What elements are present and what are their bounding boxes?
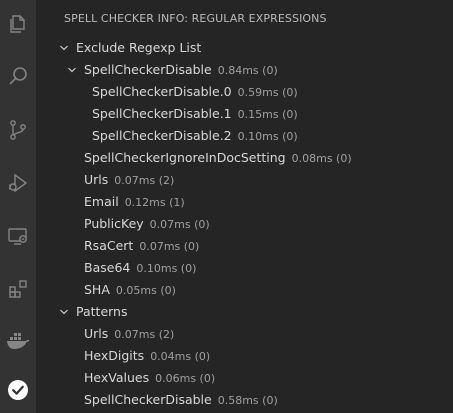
activity-bar xyxy=(0,0,36,413)
tree-item[interactable]: SpellCheckerDisable 0.58ms (0) xyxy=(36,389,453,411)
tree-item[interactable]: HexDigits 0.04ms (0) xyxy=(36,345,453,367)
tree-item-label: Base64 xyxy=(84,260,131,275)
tree-section-patterns[interactable]: Patterns xyxy=(36,301,453,323)
tree-item-label: SpellCheckerDisable.1 xyxy=(92,106,232,121)
chevron-down-icon xyxy=(57,37,71,59)
tree-item-timing: 0.05ms (0) xyxy=(115,284,176,297)
tree-item-label: RsaCert xyxy=(84,238,134,253)
tree-item[interactable]: Base64 0.10ms (0) xyxy=(36,257,453,279)
tree-item-timing: 0.58ms (0) xyxy=(217,394,278,407)
run-debug-icon[interactable] xyxy=(4,169,32,197)
tree-item-timing: 0.59ms (0) xyxy=(237,86,298,99)
tree-item-timing: 0.15ms (0) xyxy=(237,108,298,121)
tree-item-spellcheckerdisable[interactable]: SpellCheckerDisable 0.84ms (0) xyxy=(36,59,453,81)
tree-item-timing: 0.12ms (1) xyxy=(124,196,185,209)
tree-item-timing: 0.04ms (0) xyxy=(150,350,211,363)
vscode-window: SPELL CHECKER INFO: REGULAR EXPRESSIONS … xyxy=(0,0,453,413)
tree-item[interactable]: HexValues 0.06ms (0) xyxy=(36,367,453,389)
chevron-down-icon xyxy=(65,59,79,81)
chevron-down-icon xyxy=(57,301,71,323)
tree-item[interactable]: PublicKey 0.07ms (0) xyxy=(36,213,453,235)
tree-item-timing: 0.07ms (2) xyxy=(114,328,175,341)
tree-item[interactable]: Email 0.12ms (1) xyxy=(36,191,453,213)
spell-checker-icon[interactable] xyxy=(4,376,32,404)
tree-item-timing: 0.07ms (0) xyxy=(149,218,210,231)
source-control-icon[interactable] xyxy=(4,116,32,144)
panel-title: SPELL CHECKER INFO: REGULAR EXPRESSIONS xyxy=(64,12,327,25)
tree-item-timing: 0.06ms (0) xyxy=(155,372,216,385)
tree-item-label: Exclude Regexp List xyxy=(76,40,202,55)
spell-checker-info-panel: SPELL CHECKER INFO: REGULAR EXPRESSIONS … xyxy=(36,0,453,413)
tree-item-label: SpellCheckerDisable xyxy=(84,392,212,407)
tree-item-label: SpellCheckerDisable xyxy=(84,62,212,77)
tree-item[interactable]: SpellCheckerDisable.2 0.10ms (0) xyxy=(36,125,453,147)
tree-item[interactable]: Urls 0.07ms (2) xyxy=(36,323,453,345)
tree-item-timing: 0.10ms (0) xyxy=(237,130,298,143)
tree-item[interactable]: SpellCheckerIgnoreInDocSetting 0.08ms (0) xyxy=(36,147,453,169)
tree-item-label: Urls xyxy=(84,172,109,187)
tree-item-label: SpellCheckerDisable.0 xyxy=(92,84,232,99)
explorer-icon[interactable] xyxy=(4,10,32,38)
tree-item-label: Email xyxy=(84,194,119,209)
tree-item-label: Patterns xyxy=(76,304,128,319)
tree-item-label: Urls xyxy=(84,326,109,341)
tree-section-exclude-regexp-list[interactable]: Exclude Regexp List xyxy=(36,37,453,59)
tree-item-timing: 0.84ms (0) xyxy=(217,64,278,77)
tree-item[interactable]: SHA 0.05ms (0) xyxy=(36,279,453,301)
tree-item-label: SpellCheckerIgnoreInDocSetting xyxy=(84,150,286,165)
tree-item[interactable]: SpellCheckerDisable.0 0.59ms (0) xyxy=(36,81,453,103)
regexp-tree: Exclude Regexp List SpellCheckerDisable 0… xyxy=(36,37,453,411)
tree-item[interactable]: Urls 0.07ms (2) xyxy=(36,169,453,191)
tree-item-timing: 0.07ms (0) xyxy=(139,240,200,253)
tree-item[interactable]: SpellCheckerDisable.1 0.15ms (0) xyxy=(36,103,453,125)
tree-item-label: PublicKey xyxy=(84,216,144,231)
tree-item-timing: 0.10ms (0) xyxy=(136,262,197,275)
tree-item-label: SHA xyxy=(84,282,110,297)
search-icon[interactable] xyxy=(4,63,32,91)
extensions-icon[interactable] xyxy=(4,275,32,303)
tree-item-timing: 0.07ms (2) xyxy=(114,174,175,187)
tree-item-label: HexDigits xyxy=(84,348,145,363)
tree-item-label: HexValues xyxy=(84,370,150,385)
tree-item-timing: 0.08ms (0) xyxy=(291,152,352,165)
tree-item-label: SpellCheckerDisable.2 xyxy=(92,128,232,143)
tree-item[interactable]: RsaCert 0.07ms (0) xyxy=(36,235,453,257)
docker-icon[interactable] xyxy=(4,326,32,354)
remote-explorer-icon[interactable] xyxy=(4,222,32,250)
